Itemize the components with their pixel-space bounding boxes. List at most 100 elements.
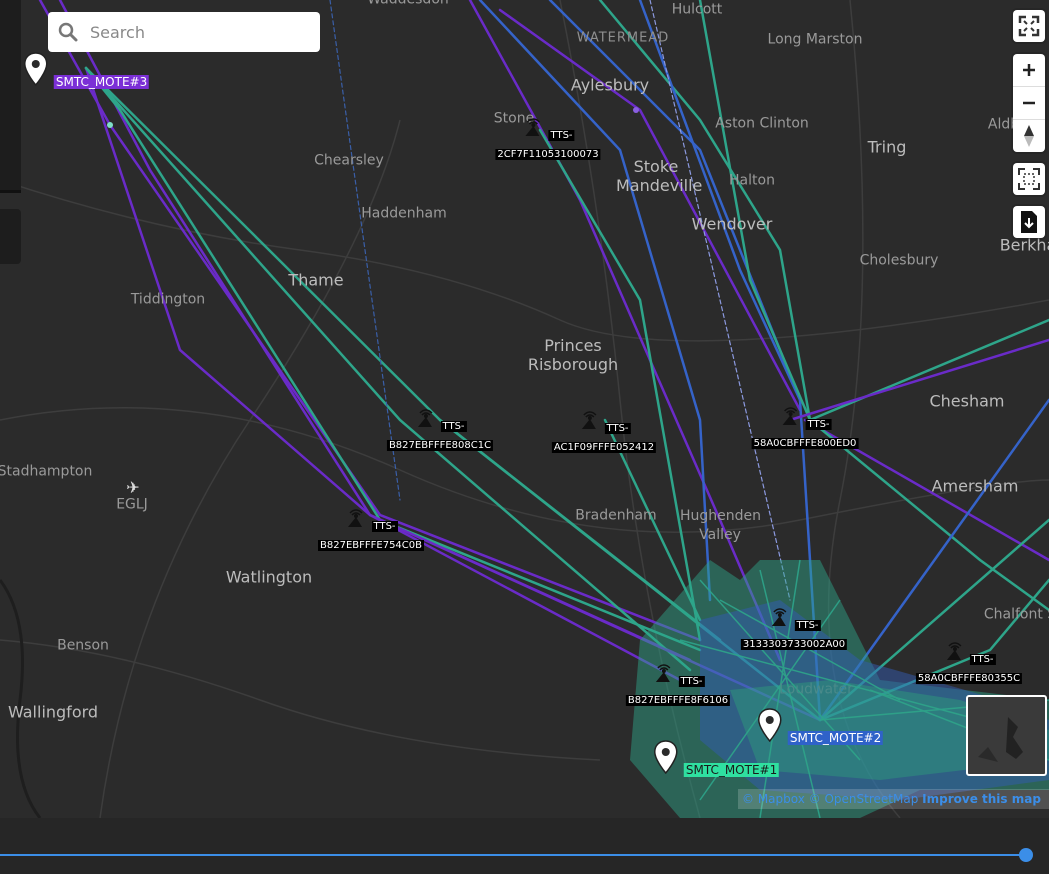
fit-bounds-control[interactable] (1013, 163, 1045, 195)
antenna-icon (348, 509, 363, 527)
timeline-bar (0, 818, 1049, 874)
mote-marker[interactable]: SMTC_MOTE#1 (653, 740, 780, 778)
place-label-eglj: EGLJ (116, 496, 148, 513)
gateway-label-id: 58A0CBFFFE80355C (915, 673, 1023, 684)
place-label-tring: Tring (867, 137, 907, 157)
gateway-marker[interactable]: TTS- B827EBFFFE808C1C (386, 407, 494, 452)
search-input[interactable] (88, 21, 312, 43)
mote-label: SMTC_MOTE#1 (683, 763, 780, 777)
gateway-label-prefix: TTS- (678, 676, 705, 687)
mote-label: SMTC_MOTE#2 (787, 731, 884, 745)
osm-attribution-link[interactable]: © OpenStreetMap (809, 792, 919, 806)
fullscreen-icon (1018, 15, 1040, 37)
gateway-marker[interactable]: TTS- B827EBFFFE8F6106 (625, 662, 731, 707)
compass-icon (1024, 125, 1034, 147)
antenna-icon (782, 407, 797, 425)
side-panel-top[interactable] (0, 0, 21, 193)
place-label-thame: Thame (288, 270, 344, 290)
place-label-bradenham: Bradenham (575, 507, 657, 524)
place-label-stadhampton: Stadhampton (0, 463, 93, 480)
map-canvas[interactable]: Waddesdon Hulcott WATERMEAD Long Marston… (0, 0, 1049, 818)
mote-label: SMTC_MOTE#3 (53, 75, 150, 89)
place-label-loudwater: Loudwater (779, 681, 853, 698)
gateway-label-prefix: TTS- (794, 620, 821, 631)
place-label-cholesbury: Cholesbury (859, 252, 939, 269)
download-control[interactable] (1013, 206, 1045, 238)
place-label-waddesdon: Waddesdon (367, 0, 449, 10)
gateway-marker[interactable]: TTS- 58A0CBFFFE80355C (915, 640, 1023, 685)
improve-map-link[interactable]: Improve this map (922, 792, 1041, 806)
place-label-chearsley: Chearsley (314, 152, 384, 169)
gateway-label-prefix: TTS- (805, 419, 832, 430)
zoom-in-button[interactable] (1013, 54, 1045, 86)
place-label-hughenden-valley: Hughenden Valley (680, 508, 762, 543)
zoom-out-button[interactable] (1013, 86, 1045, 119)
zoom-in-icon (1023, 64, 1035, 76)
gateway-label-id: B827EBFFFE754C0B (318, 540, 424, 551)
place-label-berkha: Berkha (999, 235, 1049, 255)
antenna-icon (525, 118, 540, 136)
map-pin-icon (654, 740, 678, 775)
timeline-track[interactable] (0, 854, 1026, 856)
map-attribution: © Mapbox © OpenStreetMap Improve this ma… (738, 789, 1049, 809)
minimap-terrain (978, 717, 1023, 762)
place-label-aston-clinton: Aston Clinton (715, 115, 809, 132)
gateway-label-id: AC1F09FFFE052412 (551, 442, 657, 453)
gateway-label-id: 3133303733002A00 (740, 639, 848, 650)
gateway-marker[interactable]: TTS- AC1F09FFFE052412 (551, 409, 657, 454)
place-label-amersham: Amersham (931, 476, 1019, 496)
gateway-label-id: B827EBFFFE808C1C (386, 440, 494, 451)
download-button[interactable] (1013, 206, 1045, 238)
place-label-long-marston: Long Marston (767, 31, 863, 48)
minimap[interactable] (966, 695, 1047, 776)
gateway-label-prefix: TTS- (969, 654, 996, 665)
place-label-princes-risborough: Princes Risborough (527, 336, 619, 374)
gateway-marker[interactable]: TTS- B827EBFFFE754C0B (318, 507, 424, 552)
place-label-watermead: WATERMEAD (576, 30, 670, 46)
fullscreen-control[interactable] (1013, 10, 1045, 42)
gateway-label-id: B827EBFFFE8F6106 (625, 695, 731, 706)
antenna-icon (655, 664, 670, 682)
search-box[interactable] (48, 12, 320, 52)
airport-icon: ✈ (126, 478, 140, 497)
fit-bounds-icon (1018, 168, 1040, 190)
gateway-label-prefix: TTS- (604, 423, 631, 434)
mote-marker[interactable]: SMTC_MOTE#3 (23, 52, 150, 90)
gateway-marker[interactable]: TTS- 2CF7F11053100073 (495, 116, 601, 161)
gateway-label-id: 2CF7F11053100073 (495, 149, 601, 160)
place-label-stoke-mandeville: Stoke Mandeville (616, 157, 703, 195)
place-label-chalfont: Chalfont S (983, 606, 1049, 623)
fullscreen-button[interactable] (1013, 10, 1045, 42)
compass-button[interactable] (1013, 119, 1045, 152)
place-label-aylesbury: Aylesbury (570, 75, 650, 95)
map-pin-icon (24, 52, 48, 87)
gateway-label-prefix: TTS- (440, 421, 467, 432)
side-panel-toggle[interactable] (0, 209, 21, 264)
gateway-marker[interactable]: TTS- 58A0CBFFFE800ED0 (751, 405, 859, 450)
gateway-label-prefix: TTS- (371, 521, 398, 532)
antenna-icon (581, 411, 596, 429)
antenna-icon (417, 409, 432, 427)
navigation-control[interactable] (1013, 54, 1045, 152)
place-label-chesham: Chesham (929, 391, 1005, 411)
gateway-marker[interactable]: TTS- 3133303733002A00 (740, 606, 848, 651)
timeline-slider-handle[interactable] (1019, 848, 1033, 862)
antenna-icon (771, 608, 786, 626)
place-label-haddenham: Haddenham (361, 205, 447, 222)
search-icon (58, 22, 78, 42)
place-label-tiddington: Tiddington (130, 291, 206, 308)
gateway-label-prefix: TTS- (548, 130, 575, 141)
place-label-wallingford: Wallingford (7, 702, 99, 722)
map-pin-icon (758, 708, 782, 743)
place-label-wendover: Wendover (691, 214, 773, 234)
gateway-label-id: 58A0CBFFFE800ED0 (751, 438, 859, 449)
zoom-out-icon (1023, 101, 1035, 105)
place-label-hulcott: Hulcott (671, 1, 723, 18)
antenna-icon (946, 642, 961, 660)
place-label-halton: Halton (729, 172, 775, 189)
fit-bounds-button[interactable] (1013, 163, 1045, 195)
place-label-benson: Benson (57, 637, 109, 654)
mapbox-attribution-link[interactable]: © Mapbox (742, 792, 805, 806)
download-icon (1021, 211, 1037, 233)
place-label-watlington: Watlington (225, 567, 313, 587)
